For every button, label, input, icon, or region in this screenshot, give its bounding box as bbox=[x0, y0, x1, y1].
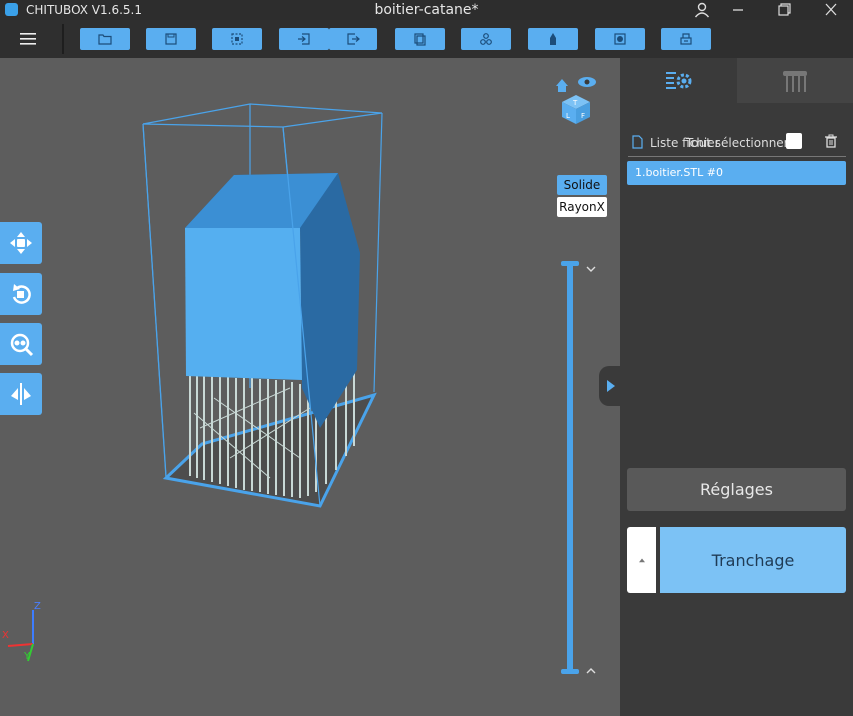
title-bar: CHITUBOX V1.6.5.1 boitier-catane* bbox=[0, 0, 853, 20]
restore-button[interactable] bbox=[774, 1, 794, 19]
chitubox-logo-icon bbox=[5, 3, 18, 16]
main-toolbar bbox=[0, 20, 853, 58]
select-icon bbox=[231, 33, 243, 45]
mirror-tool-button[interactable] bbox=[0, 373, 42, 415]
save-button[interactable] bbox=[146, 28, 196, 50]
select-all-checkbox[interactable] bbox=[786, 133, 802, 149]
user-icon[interactable] bbox=[692, 1, 712, 19]
settings-tab-icon bbox=[665, 71, 691, 89]
print-button[interactable] bbox=[661, 28, 711, 50]
slice-options-button[interactable] bbox=[627, 527, 656, 593]
export-icon bbox=[347, 33, 360, 45]
select-all-label: Tout sélectionner bbox=[686, 136, 789, 150]
view-mode-solid-button[interactable]: Solide bbox=[557, 175, 607, 195]
layer-slider-top-handle[interactable] bbox=[561, 261, 579, 266]
caret-up-icon bbox=[638, 558, 645, 563]
scale-tool-button[interactable] bbox=[0, 323, 42, 365]
hollow-icon bbox=[550, 33, 556, 45]
layout-button[interactable] bbox=[461, 28, 511, 50]
export-button[interactable] bbox=[329, 28, 377, 50]
move-icon bbox=[10, 232, 32, 254]
toolbar-separator bbox=[62, 24, 64, 54]
select-button[interactable] bbox=[212, 28, 262, 50]
chevron-right-icon bbox=[607, 380, 615, 392]
open-folder-icon bbox=[98, 34, 112, 45]
copy-icon bbox=[414, 33, 426, 46]
move-tool-button[interactable] bbox=[0, 222, 42, 264]
file-list-header: Liste fichier Tout sélectionner bbox=[628, 131, 846, 157]
import-icon bbox=[298, 33, 310, 45]
app-window: CHITUBOX V1.6.5.1 boitier-catane* Z X Y … bbox=[0, 0, 853, 716]
layout-icon bbox=[480, 33, 492, 45]
axis-label-y: Y bbox=[24, 651, 31, 662]
layer-slider[interactable] bbox=[567, 262, 573, 674]
svg-text:L: L bbox=[566, 112, 570, 120]
close-button[interactable] bbox=[821, 1, 841, 19]
drill-button[interactable] bbox=[595, 28, 645, 50]
chevron-up-icon[interactable] bbox=[585, 661, 597, 680]
view-mode-xray-button[interactable]: RayonX bbox=[557, 197, 607, 217]
import-button[interactable] bbox=[279, 28, 329, 50]
file-icon bbox=[631, 135, 643, 152]
svg-text:T: T bbox=[572, 99, 578, 107]
view-cube[interactable]: T L F bbox=[554, 74, 598, 126]
3d-viewport[interactable]: Z X Y T L F Solide RayonX bbox=[0, 58, 620, 716]
slice-button[interactable]: Tranchage bbox=[660, 527, 846, 593]
hollow-button[interactable] bbox=[528, 28, 578, 50]
svg-text:F: F bbox=[581, 112, 585, 120]
hamburger-menu-icon[interactable] bbox=[18, 29, 38, 49]
drill-icon bbox=[614, 33, 626, 45]
mirror-icon bbox=[11, 383, 31, 405]
print-icon bbox=[680, 33, 692, 45]
open-file-button[interactable] bbox=[80, 28, 130, 50]
scene-canvas bbox=[7, 103, 383, 662]
supports-tab-icon bbox=[783, 70, 807, 92]
trash-icon[interactable] bbox=[823, 133, 839, 149]
chevron-down-icon[interactable] bbox=[585, 259, 597, 278]
settings-button[interactable]: Réglages bbox=[627, 468, 846, 511]
right-panel: Liste fichier Tout sélectionner bbox=[620, 58, 853, 716]
app-title: CHITUBOX V1.6.5.1 bbox=[26, 3, 142, 17]
collapse-panel-button[interactable] bbox=[599, 366, 621, 406]
copy-button[interactable] bbox=[395, 28, 445, 50]
file-list-item[interactable]: 1.boitier.STL #0 bbox=[627, 161, 846, 185]
minimize-button[interactable] bbox=[728, 1, 748, 19]
rotate-icon bbox=[12, 284, 31, 304]
save-icon bbox=[165, 33, 177, 45]
rotate-tool-button[interactable] bbox=[0, 273, 42, 315]
tab-supports[interactable] bbox=[737, 58, 853, 103]
layer-slider-bottom-handle[interactable] bbox=[561, 669, 579, 674]
axis-label-z: Z bbox=[34, 601, 41, 612]
view-cube-icon: T L F bbox=[556, 77, 596, 124]
axis-label-x: X bbox=[2, 630, 9, 641]
tab-settings[interactable] bbox=[620, 58, 737, 103]
scale-icon bbox=[10, 333, 34, 357]
